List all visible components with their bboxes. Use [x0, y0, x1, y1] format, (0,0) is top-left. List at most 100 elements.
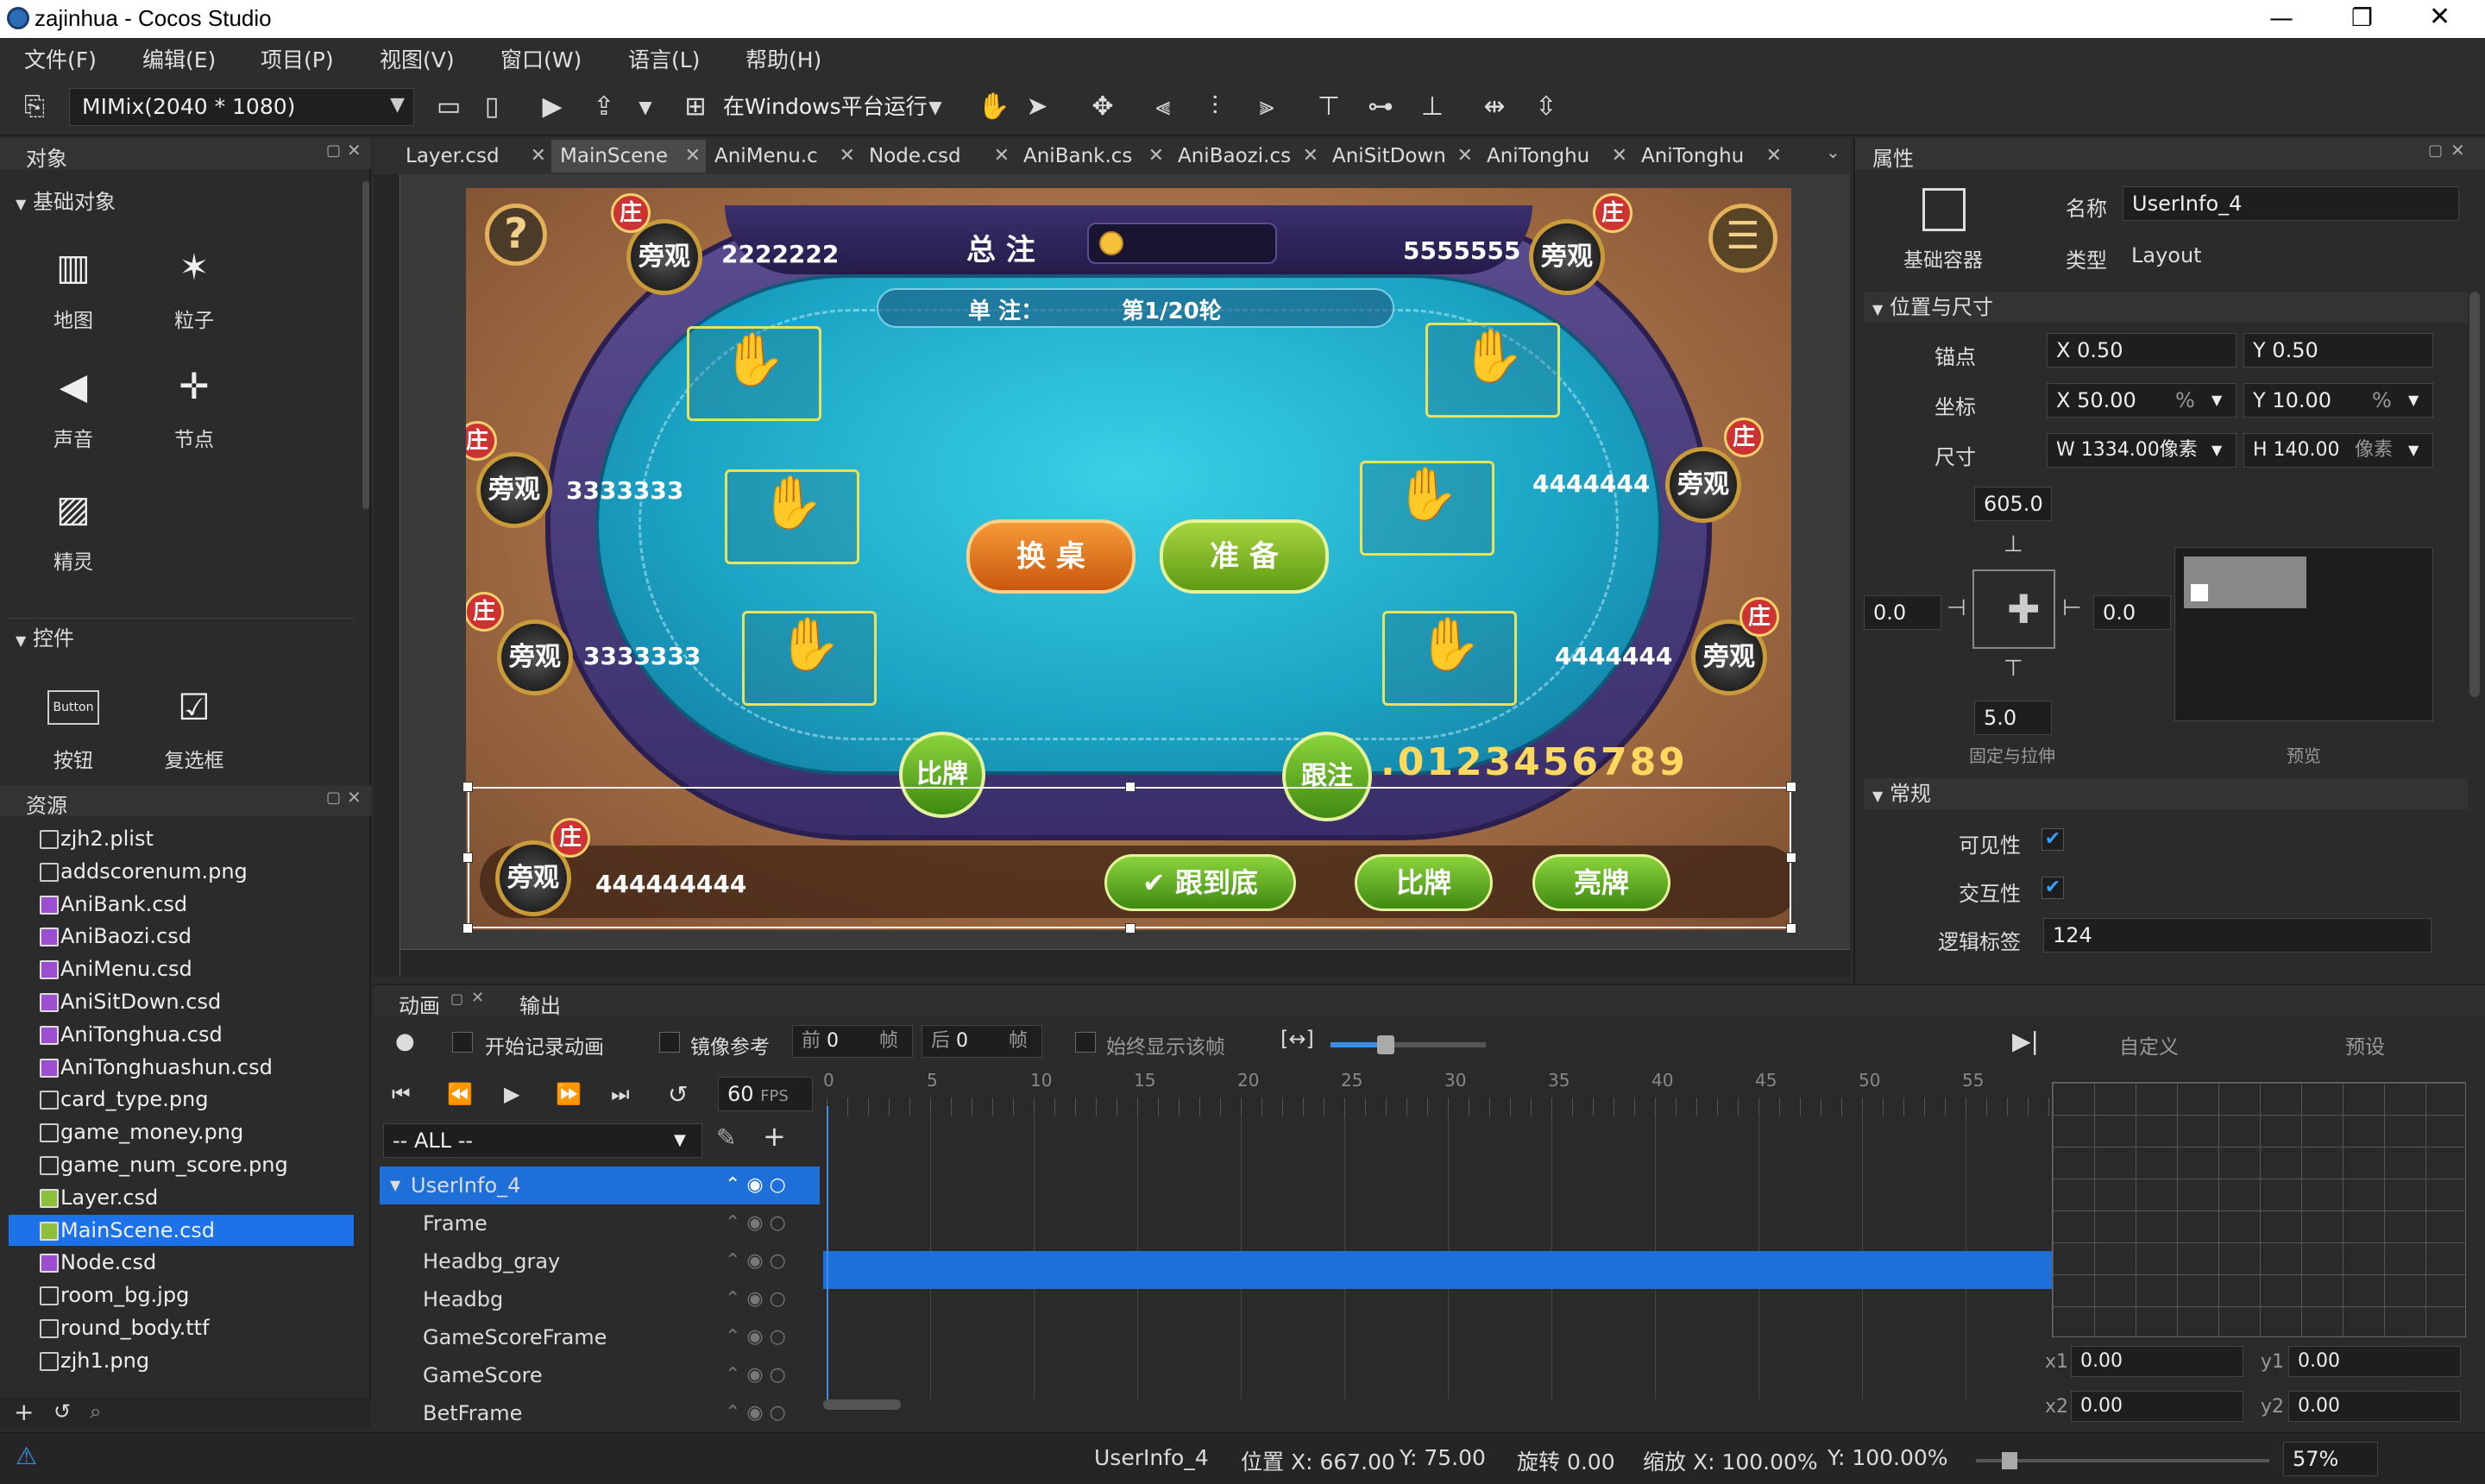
track-visibility-icon[interactable]: ⌃ ◉ ○: [725, 1204, 786, 1242]
menu-project[interactable]: 项目(P): [261, 43, 334, 74]
margin-bottom-field[interactable]: 5.0: [1974, 701, 2052, 735]
y1-field[interactable]: 0.00: [2288, 1346, 2461, 1377]
resource-item[interactable]: game_money.png: [40, 1116, 354, 1148]
track-row[interactable]: GameScoreFrame ⌃ ◉ ○: [380, 1318, 820, 1356]
change-table-button[interactable]: 换 桌: [966, 519, 1136, 594]
close-icon[interactable]: ✕: [1612, 140, 1627, 173]
pin-right-icon[interactable]: ⊢: [2062, 595, 2082, 621]
restore-button[interactable]: ❐: [2351, 3, 2373, 32]
resize-handle[interactable]: [462, 852, 473, 863]
help-button[interactable]: ?: [485, 204, 547, 266]
track-visibility-icon[interactable]: ⌃ ◉ ○: [725, 1318, 786, 1356]
close-icon[interactable]: ✕: [531, 140, 546, 173]
ready-button[interactable]: 准 备: [1160, 519, 1329, 594]
logic-tag-field[interactable]: 124: [2043, 918, 2432, 953]
properties-scrollbar[interactable]: [2469, 292, 2480, 697]
portrait-icon[interactable]: ▯: [475, 90, 509, 124]
pos-size-header[interactable]: ▼ 位置与尺寸: [1864, 292, 2468, 323]
resource-item[interactable]: game_num_score.png: [40, 1149, 354, 1180]
play-icon[interactable]: ▶: [504, 1082, 519, 1106]
seat-top-right[interactable]: 旁观: [1529, 219, 1605, 295]
margin-left-field[interactable]: 0.0: [1864, 595, 1941, 630]
general-header[interactable]: ▼ 常规: [1864, 778, 2468, 809]
menu-help[interactable]: 帮助(H): [746, 43, 821, 74]
resize-handle[interactable]: [462, 923, 473, 934]
zoom-slider-thumb[interactable]: [1377, 1035, 1394, 1054]
track-row[interactable]: Frame ⌃ ◉ ○: [380, 1204, 820, 1242]
align-middle-icon[interactable]: ⊶: [1363, 90, 1398, 124]
panel-close-icon[interactable]: ✕: [347, 787, 362, 808]
panel-float-icon[interactable]: ▢: [2428, 141, 2443, 160]
basic-section-header[interactable]: ▼ 基础对象: [16, 185, 116, 215]
align-left-icon[interactable]: ⫷: [1146, 90, 1180, 124]
align-center-icon[interactable]: ⫶: [1198, 90, 1232, 124]
object-sound[interactable]: ◀ 声音: [26, 361, 121, 452]
align-top-icon[interactable]: ⊤: [1312, 90, 1346, 124]
menu-file[interactable]: 文件(F): [24, 43, 97, 74]
editor-tab[interactable]: Layer.csd ✕: [397, 140, 551, 173]
object-checkbox[interactable]: ☑ 复选框: [147, 682, 242, 773]
interactive-checkbox[interactable]: ✔: [2041, 877, 2064, 899]
warning-icon[interactable]: ⚠: [16, 1442, 37, 1470]
anchor-y-field[interactable]: Y 0.50: [2243, 333, 2433, 368]
menu-edit[interactable]: 编辑(E): [142, 43, 216, 74]
canvas-zoom-slider[interactable]: [1976, 1452, 2269, 1469]
size-h-field[interactable]: H 140.00 像素 ▼: [2243, 433, 2433, 468]
prev-frame-icon[interactable]: ⏪: [447, 1082, 473, 1106]
resize-handle[interactable]: [462, 782, 473, 792]
pin-bottom-icon[interactable]: ⊤: [2004, 656, 2023, 682]
object-map[interactable]: ▥ 地图: [26, 242, 121, 333]
loop-icon[interactable]: [↔]: [1280, 1027, 1314, 1051]
track-visibility-icon[interactable]: ⌃ ◉ ○: [725, 1166, 786, 1204]
resource-item[interactable]: AniSitDown.csd: [40, 986, 354, 1017]
timeline-scrollbar[interactable]: [823, 1399, 901, 1410]
menu-language[interactable]: 语言(L): [628, 43, 700, 74]
close-icon[interactable]: ✕: [1148, 140, 1164, 173]
close-icon[interactable]: ✕: [1766, 140, 1782, 173]
panel-close-icon[interactable]: ✕: [347, 140, 362, 160]
pin-top-icon[interactable]: ⊥: [2004, 531, 2023, 557]
track-row[interactable]: GameScore ⌃ ◉ ○: [380, 1356, 820, 1394]
menu-window[interactable]: 窗口(W): [500, 43, 582, 74]
hand-tool-icon[interactable]: ✋: [977, 90, 1011, 124]
track-row[interactable]: UserInfo_4 ▼ ⌃ ◉ ○: [380, 1166, 820, 1204]
play-icon[interactable]: ▶: [535, 90, 569, 124]
panel-float-icon[interactable]: ▢: [326, 141, 341, 160]
preset-label[interactable]: 预设: [2345, 1030, 2385, 1060]
resolution-select[interactable]: MIMix(2040 * 1080) ▼: [69, 88, 414, 126]
close-icon[interactable]: ✕: [1303, 140, 1318, 173]
tab-output[interactable]: 输出: [519, 989, 561, 1019]
resource-item[interactable]: Node.csd: [40, 1247, 354, 1278]
before-field[interactable]: 前 0 帧: [792, 1025, 913, 1058]
track-visibility-icon[interactable]: ⌃ ◉ ○: [725, 1242, 786, 1280]
play-preview-icon[interactable]: ▶|: [2012, 1027, 2039, 1055]
publish-icon[interactable]: ⇪: [587, 90, 621, 124]
object-particle[interactable]: ✶ 粒子: [147, 242, 242, 333]
name-field[interactable]: UserInfo_4: [2123, 186, 2459, 221]
run-target[interactable]: 在Windows平台运行: [723, 90, 928, 121]
coord-x-field[interactable]: X 50.00% ▼: [2047, 383, 2236, 418]
track-row[interactable]: BetFrame ⌃ ◉ ○: [380, 1394, 820, 1432]
resource-item[interactable]: AniBaozi.csd: [40, 921, 354, 952]
coord-y-field[interactable]: Y 10.00% ▼: [2243, 383, 2433, 418]
close-button[interactable]: ✕: [2429, 2, 2450, 32]
new-scene-icon[interactable]: ⎘: [17, 90, 52, 124]
edit-icon[interactable]: ✎: [716, 1123, 736, 1152]
resize-handle[interactable]: [1786, 852, 1796, 863]
track-row[interactable]: Headbg_gray ⌃ ◉ ○: [380, 1242, 820, 1280]
close-icon[interactable]: ✕: [1457, 140, 1473, 173]
panel-close-icon[interactable]: ✕: [471, 989, 484, 1007]
distribute-h-icon[interactable]: ⇹: [1477, 90, 1512, 124]
close-icon[interactable]: ✕: [840, 140, 855, 173]
object-sprite[interactable]: ▨ 精灵: [26, 483, 121, 575]
y2-field[interactable]: 0.00: [2288, 1391, 2461, 1422]
next-frame-icon[interactable]: ⏩: [556, 1082, 582, 1106]
track-visibility-icon[interactable]: ⌃ ◉ ○: [725, 1280, 786, 1318]
after-field[interactable]: 后 0 帧: [922, 1025, 1042, 1058]
editor-tab[interactable]: AniBaozi.cs ✕: [1169, 140, 1324, 173]
object-node[interactable]: ✛ 节点: [147, 361, 242, 452]
editor-tab[interactable]: AniSitDown ✕: [1324, 140, 1478, 173]
editor-tab[interactable]: Node.csd ✕: [860, 140, 1015, 173]
add-icon[interactable]: +: [763, 1120, 786, 1153]
close-icon[interactable]: ✕: [994, 140, 1010, 173]
